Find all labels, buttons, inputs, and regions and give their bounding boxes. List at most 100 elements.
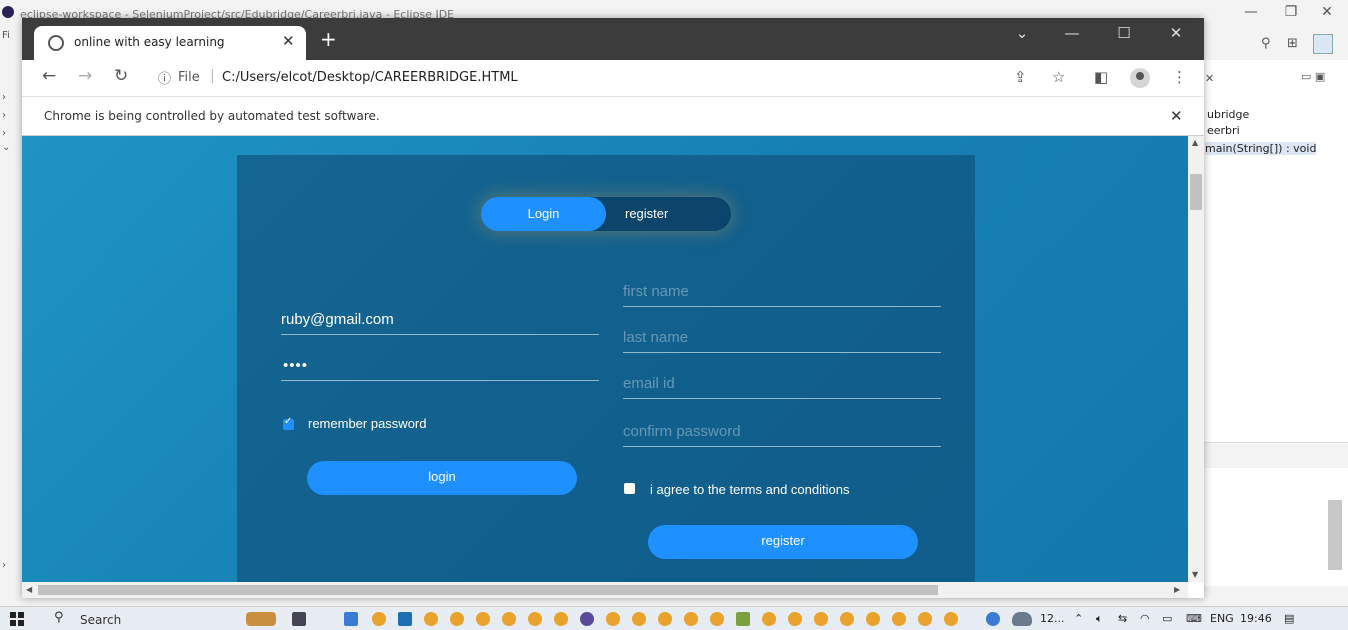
email-id-field[interactable] (623, 369, 941, 399)
toggle-register-button[interactable]: register (625, 197, 668, 231)
network-icon[interactable]: ⇆ (1118, 612, 1127, 625)
java-perspective-icon[interactable] (1313, 34, 1333, 54)
taskbar-search[interactable]: ⚲ Search (46, 609, 236, 629)
login-button[interactable]: login (307, 461, 577, 495)
horizontal-scroll-thumb[interactable] (38, 585, 938, 595)
maximize-icon[interactable]: ☐ (1104, 24, 1144, 42)
profile-avatar-icon[interactable] (1130, 68, 1150, 88)
reload-icon[interactable]: ↻ (114, 66, 128, 86)
keyboard-icon[interactable]: ⌨ (1186, 612, 1202, 625)
first-name-input[interactable] (623, 277, 941, 306)
login-email-input[interactable] (281, 305, 599, 334)
outline-item[interactable]: eerbri (1207, 124, 1240, 137)
horizontal-scrollbar[interactable]: ◀ ▶ (22, 582, 1188, 598)
windows-start-icon[interactable] (10, 612, 24, 626)
toggle-login-button[interactable]: Login (481, 197, 606, 231)
volume-icon[interactable]: 🔈︎ (1096, 612, 1103, 626)
new-tab-button[interactable]: + (320, 27, 337, 51)
close-icon[interactable]: ✕ (1156, 24, 1196, 42)
file-explorer-icon[interactable] (344, 612, 358, 626)
last-name-input[interactable] (623, 323, 941, 352)
chrome-app-icon[interactable] (840, 612, 854, 626)
minimize-icon[interactable]: — (1052, 24, 1092, 42)
chrome-app-icon[interactable] (476, 612, 490, 626)
chrome-app-icon[interactable] (788, 612, 802, 626)
chevron-down-icon[interactable]: ⌄ (2, 142, 10, 153)
bookmark-star-icon[interactable]: ☆ (1052, 68, 1065, 86)
scroll-left-icon[interactable]: ◀ (26, 585, 32, 594)
eclipse-minimize-icon[interactable]: — (1236, 4, 1266, 20)
remember-password-checkbox[interactable] (283, 416, 294, 430)
chrome-app-icon[interactable] (502, 612, 516, 626)
chrome-app-icon[interactable] (814, 612, 828, 626)
register-button[interactable]: register (648, 525, 918, 559)
outline-item-main[interactable]: main(String[]) : void (1205, 142, 1317, 155)
clock-time[interactable]: 19:46 (1240, 612, 1272, 625)
chrome-app-icon[interactable] (606, 612, 620, 626)
url-text[interactable]: C:/Users/elcot/Desktop/CAREERBRIDGE.HTML (222, 70, 518, 85)
battery-icon[interactable]: ▭ (1162, 612, 1172, 625)
notification-icon[interactable]: ▤ (1284, 612, 1294, 625)
chrome-app-icon[interactable] (450, 612, 464, 626)
vertical-scroll-thumb[interactable] (1190, 174, 1202, 210)
task-view-icon[interactable] (292, 612, 306, 626)
eclipse-close-icon[interactable]: ✕ (1312, 4, 1342, 20)
notepad-icon[interactable] (736, 612, 750, 626)
chevron-right-icon[interactable]: › (2, 92, 6, 103)
chrome-app-icon[interactable] (892, 612, 906, 626)
scroll-up-icon[interactable]: ▲ (1192, 138, 1198, 147)
last-name-field[interactable] (623, 323, 941, 353)
share-icon[interactable]: ⇪ (1014, 68, 1027, 86)
weather-temp[interactable]: 12... (1040, 612, 1065, 625)
tab-close-icon[interactable]: ✕ (282, 32, 295, 50)
terms-checkbox[interactable] (624, 483, 635, 494)
search-icon[interactable]: ⚲ (1261, 36, 1271, 51)
info-icon[interactable]: ⓘ (158, 68, 171, 87)
chrome-app-icon[interactable] (944, 612, 958, 626)
wifi-icon[interactable]: ◠ (1140, 612, 1150, 625)
outline-item[interactable]: ubridge (1207, 108, 1249, 121)
chevron-right-icon[interactable]: › (2, 560, 6, 571)
chrome-app-icon[interactable] (658, 612, 672, 626)
confirm-password-field[interactable] (623, 417, 941, 447)
chrome-app-icon[interactable] (424, 612, 438, 626)
confirm-password-input[interactable] (623, 417, 941, 446)
eclipse-app-icon[interactable] (580, 612, 594, 626)
chrome-app-icon[interactable] (372, 612, 386, 626)
language-indicator[interactable]: ENG (1210, 612, 1234, 625)
eclipse-restore-icon[interactable]: ❐ (1276, 4, 1306, 20)
browser-tab[interactable]: online with easy learning ✕ (34, 26, 306, 60)
chrome-app-icon[interactable] (632, 612, 646, 626)
menu-kebab-icon[interactable]: ⋮ (1172, 68, 1187, 86)
address-bar[interactable]: ⓘ File | C:/Users/elcot/Desktop/CAREERBR… (146, 64, 1004, 92)
eclipse-menu-file[interactable]: Fi (2, 30, 10, 41)
scroll-right-icon[interactable]: ▶ (1174, 585, 1180, 594)
tray-chevron-up-icon[interactable]: ⌃ (1074, 612, 1083, 625)
chevron-right-icon[interactable]: › (2, 110, 6, 121)
login-password-field[interactable]: •••• (281, 351, 599, 381)
weather-cloud-icon[interactable] (1012, 612, 1032, 626)
store-icon[interactable] (398, 612, 412, 626)
infobar-close-icon[interactable]: ✕ (1170, 107, 1183, 125)
forward-icon[interactable]: → (78, 66, 92, 86)
chrome-app-icon[interactable] (554, 612, 568, 626)
login-email-field[interactable] (281, 305, 599, 335)
chrome-app-icon[interactable] (710, 612, 724, 626)
email-id-input[interactable] (623, 369, 941, 398)
tab-search-icon[interactable]: ⌄ (1002, 24, 1042, 42)
taskbar-widget-icon[interactable] (246, 612, 276, 626)
chrome-app-icon[interactable] (684, 612, 698, 626)
chrome-app-icon[interactable] (866, 612, 880, 626)
back-icon[interactable]: ← (42, 66, 56, 86)
perspective-icon[interactable]: ⊞ (1287, 36, 1298, 51)
side-panel-icon[interactable]: ◧ (1094, 68, 1108, 86)
password-dots[interactable]: •••• (283, 357, 308, 374)
scroll-down-icon[interactable]: ▼ (1192, 570, 1198, 579)
chevron-right-icon[interactable]: › (2, 128, 6, 139)
app-icon[interactable] (986, 612, 1000, 626)
close-icon[interactable]: ✕ (1205, 72, 1214, 85)
chrome-app-icon[interactable] (762, 612, 776, 626)
chrome-app-icon[interactable] (918, 612, 932, 626)
chrome-app-icon[interactable] (528, 612, 542, 626)
first-name-field[interactable] (623, 277, 941, 307)
